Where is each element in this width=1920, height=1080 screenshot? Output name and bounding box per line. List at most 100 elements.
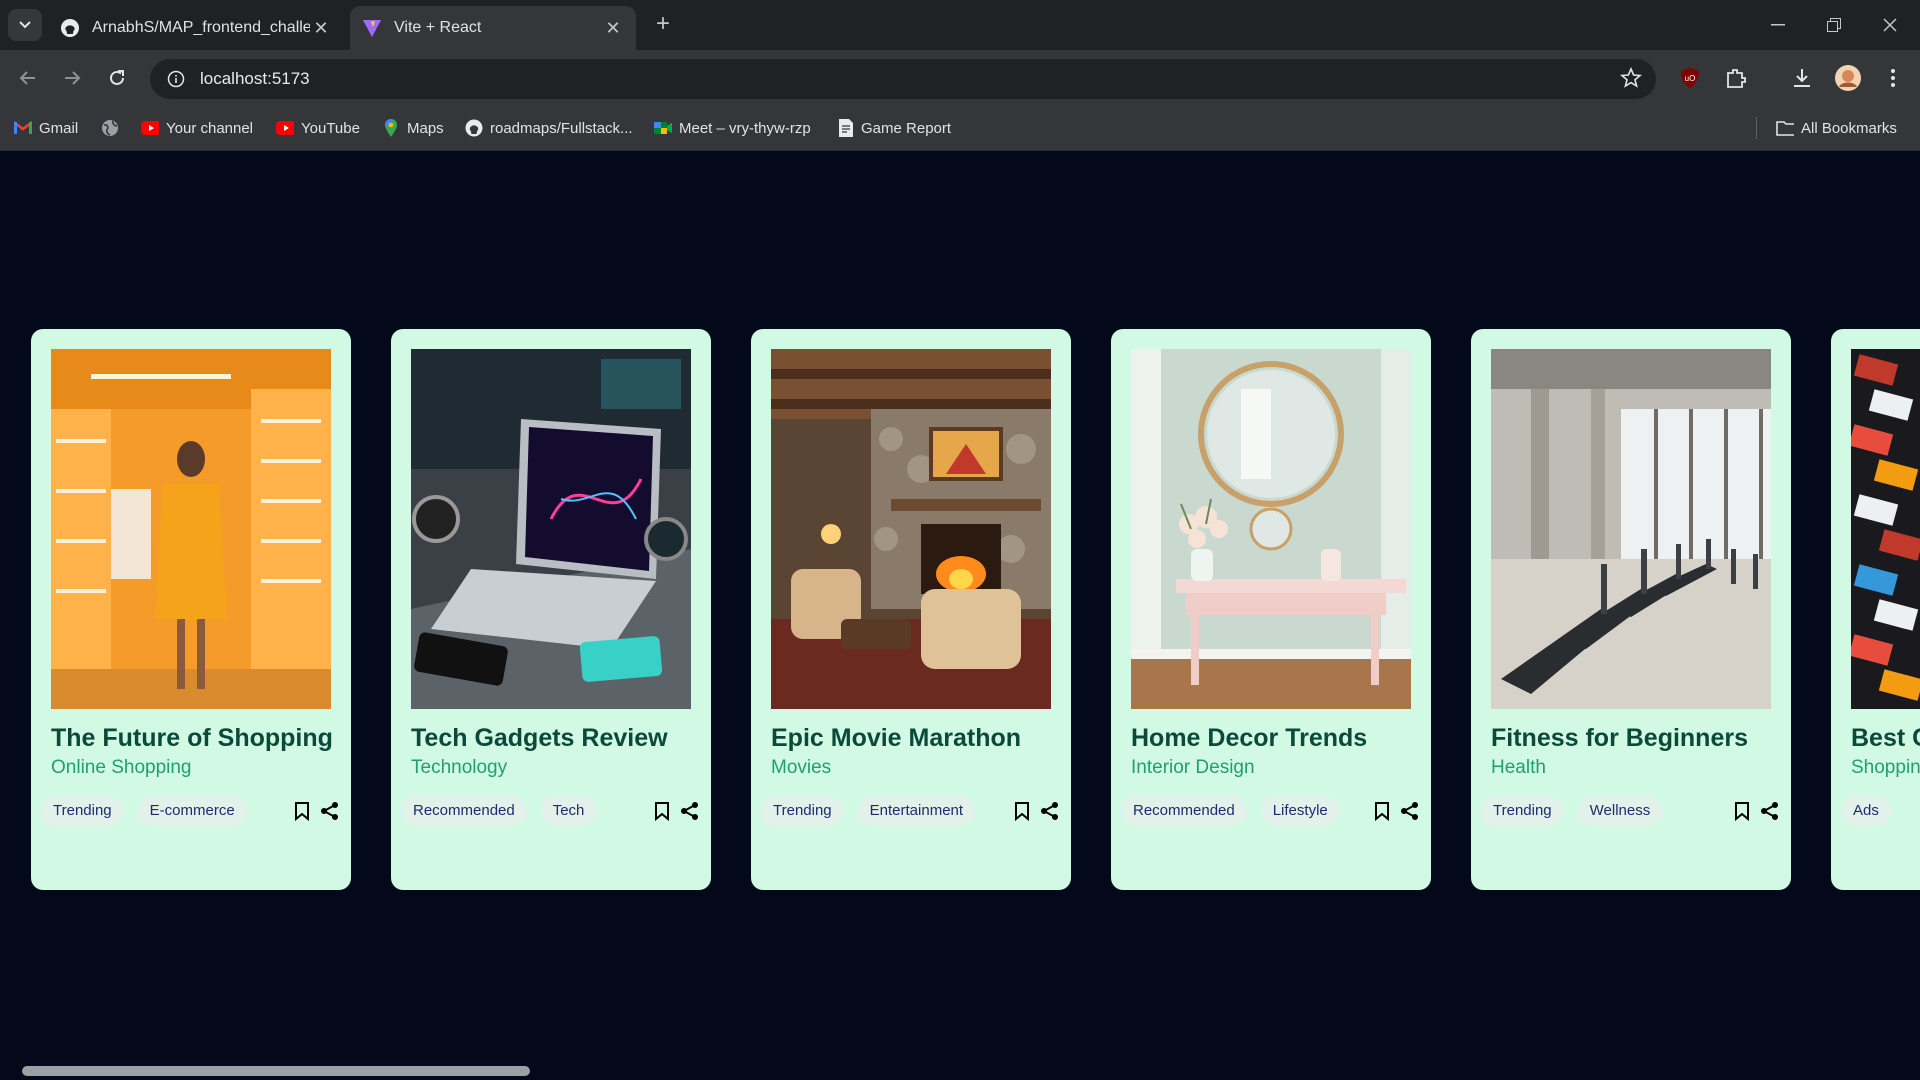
tag-chip[interactable]: Wellness [1577,796,1663,826]
content-card[interactable]: Fitness for Beginners Health Trending We… [1471,329,1791,890]
reload-button[interactable] [101,62,133,94]
tag-chip[interactable]: Recommended [1121,796,1247,826]
url-input[interactable] [200,69,1500,89]
extensions-puzzle-icon[interactable] [1720,62,1752,94]
bookmark-star-icon[interactable] [1620,66,1642,94]
bookmark-maps[interactable]: Maps [382,116,444,140]
maps-icon [382,119,400,137]
card-title: Best C [1851,724,1920,752]
content-card[interactable]: The Future of Shopping Online Shopping T… [31,329,351,890]
bookmark-icon[interactable] [1011,800,1033,822]
folder-icon [1776,119,1794,137]
card-category: Interior Design [1131,757,1255,778]
tab-search-button[interactable] [8,9,42,41]
card-actions [1731,800,1781,822]
card-title: Fitness for Beginners [1491,724,1748,752]
restore-button[interactable] [1814,10,1854,40]
profile-avatar[interactable] [1832,62,1864,94]
card-image [51,349,331,709]
youtube-icon [276,119,294,137]
card-image [411,349,691,709]
bookmark-youtube[interactable]: YouTube [276,116,360,140]
ublock-extension-icon[interactable]: uO [1674,62,1706,94]
content-card[interactable]: Best C Shoppin Ads [1831,329,1920,890]
card-actions [291,800,341,822]
share-icon[interactable] [1399,800,1421,822]
report-icon [836,119,854,137]
card-actions [651,800,701,822]
svg-text:uO: uO [1685,74,1696,83]
bookmark-game-report[interactable]: Game Report [836,116,951,140]
card-tags: Trending Entertainment [761,796,976,826]
back-button[interactable] [12,62,44,94]
close-icon[interactable]: ✕ [602,17,624,39]
card-actions [1371,800,1421,822]
tag-chip[interactable]: Tech [540,796,597,826]
tag-chip[interactable]: Recommended [401,796,527,826]
bookmark-your-channel[interactable]: Your channel [141,116,253,140]
bookmark-meet[interactable]: Meet – vry-thyw-rzp [654,116,811,140]
share-icon[interactable] [1759,800,1781,822]
tag-chip[interactable]: Ads [1841,796,1891,826]
bookmark-icon[interactable] [651,800,673,822]
reload-icon [110,70,124,85]
bookmarks-separator [1756,117,1757,139]
card-tags: Recommended Tech [401,796,597,826]
close-icon[interactable]: ✕ [310,17,332,39]
globe-icon [101,119,119,137]
arrow-left-icon [19,71,35,85]
card-title: Tech Gadgets Review [411,724,668,752]
bookmark-globe[interactable] [101,116,126,140]
card-category: Health [1491,757,1546,778]
download-icon[interactable] [1786,62,1818,94]
tag-chip[interactable]: Entertainment [857,796,976,826]
card-image [1851,349,1920,709]
tab-vite-react[interactable]: Vite + React ✕ [350,6,636,50]
github-icon [465,119,483,137]
share-icon[interactable] [679,800,701,822]
card-tags: Trending E-commerce [41,796,247,826]
address-bar[interactable] [150,59,1656,99]
card-category: Online Shopping [51,757,192,778]
tab-github[interactable]: ArnabhS/MAP_frontend_challenge ✕ [48,6,344,50]
tag-chip[interactable]: E-commerce [137,796,247,826]
all-bookmarks-folder[interactable]: All Bookmarks [1776,116,1897,140]
minimize-button[interactable] [1758,10,1798,40]
github-icon [60,18,80,38]
bookmark-roadmaps[interactable]: roadmaps/Fullstack... [465,116,633,140]
close-window-button[interactable] [1870,10,1910,40]
card-title: Epic Movie Marathon [771,724,1022,752]
chevron-down-icon [19,21,31,29]
bookmark-icon[interactable] [1371,800,1393,822]
content-card[interactable]: Tech Gadgets Review Technology Recommend… [391,329,711,890]
browser-chrome: ArnabhS/MAP_frontend_challenge ✕ Vite + … [0,0,1920,151]
tag-chip[interactable]: Trending [1481,796,1564,826]
tab-strip: ArnabhS/MAP_frontend_challenge ✕ Vite + … [0,0,1920,50]
horizontal-scrollbar-thumb[interactable] [22,1066,530,1076]
bookmark-icon[interactable] [1731,800,1753,822]
bookmarks-bar: Gmail Your channel YouTube Maps roadmaps… [0,106,1920,151]
bookmark-gmail[interactable]: Gmail [14,116,78,140]
forward-button[interactable] [56,62,88,94]
youtube-icon [141,119,159,137]
content-card[interactable]: Epic Movie Marathon Movies Trending Ente… [751,329,1071,890]
browser-toolbar: uO [0,50,1920,106]
share-icon[interactable] [319,800,341,822]
site-info-icon[interactable] [158,61,194,97]
bookmark-icon[interactable] [291,800,313,822]
tag-chip[interactable]: Trending [761,796,844,826]
arrow-right-icon [65,71,81,85]
tab-title: ArnabhS/MAP_frontend_challenge [92,19,310,36]
tab-title: Vite + React [394,19,482,36]
new-tab-button[interactable]: + [650,12,676,38]
meet-icon [654,119,672,137]
content-card[interactable]: Home Decor Trends Interior Design Recomm… [1111,329,1431,890]
share-icon[interactable] [1039,800,1061,822]
card-category: Movies [771,757,832,778]
card-tags: Trending Wellness [1481,796,1663,826]
page-content: The Future of Shopping Online Shopping T… [0,151,1920,1080]
kebab-menu-icon[interactable] [1877,62,1909,94]
card-category: Technology [411,757,508,778]
tag-chip[interactable]: Trending [41,796,124,826]
tag-chip[interactable]: Lifestyle [1260,796,1340,826]
